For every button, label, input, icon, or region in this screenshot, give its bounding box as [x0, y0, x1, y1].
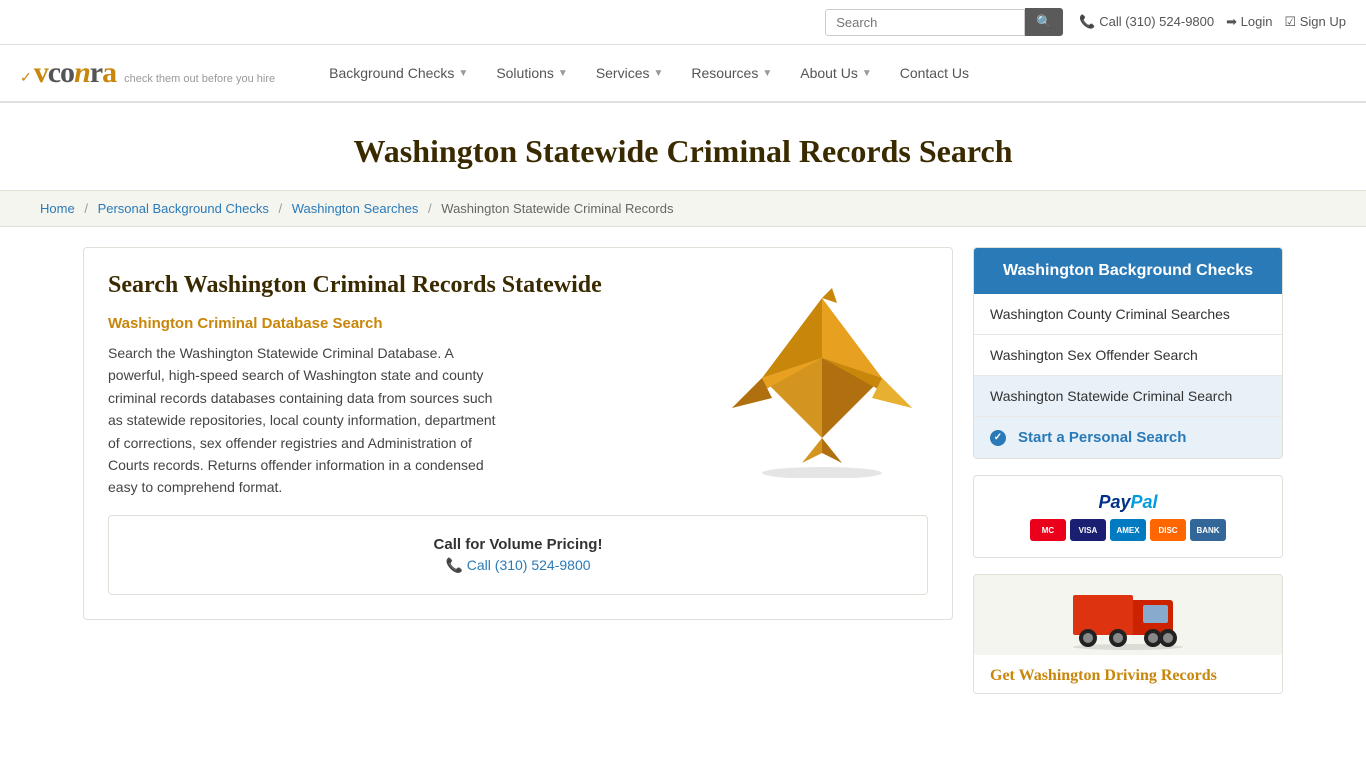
sidebar-item-county[interactable]: Washington County Criminal Searches [974, 294, 1282, 335]
nav-solutions[interactable]: Solutions ▼ [482, 45, 582, 101]
chevron-down-icon: ▼ [762, 68, 772, 79]
visa-icon: VISA [1070, 519, 1106, 541]
logo[interactable]: ✓ vconra check them out before you hire [20, 56, 275, 90]
chevron-down-icon: ▼ [558, 68, 568, 79]
breadcrumb: Home / Personal Background Checks / Wash… [0, 190, 1366, 227]
check-icon: ✓ [990, 430, 1006, 446]
phone-link[interactable]: 📞 Call (310) 524-9800 [1079, 14, 1214, 30]
sidebar-item-statewide[interactable]: Washington Statewide Criminal Search [974, 376, 1282, 417]
main-content: Search Washington Criminal Records State… [43, 227, 1323, 714]
main-nav: Background Checks ▼ Solutions ▼ Services… [315, 45, 1346, 101]
signup-link[interactable]: ☑ Sign Up [1284, 14, 1346, 30]
nav-contact[interactable]: Contact Us [886, 45, 983, 101]
left-column: Search Washington Criminal Records State… [83, 247, 953, 694]
content-text: Search the Washington Statewide Criminal… [108, 342, 508, 499]
nav-resources[interactable]: Resources ▼ [677, 45, 786, 101]
chevron-down-icon: ▼ [654, 68, 664, 79]
nav-about[interactable]: About Us ▼ [786, 45, 886, 101]
nav-services[interactable]: Services ▼ [582, 45, 678, 101]
call-title: Call for Volume Pricing! [129, 536, 907, 553]
breadcrumb-sep: / [84, 201, 88, 216]
breadcrumb-current: Washington Statewide Criminal Records [441, 201, 673, 216]
logo-area: ✓ vconra check them out before you hire [20, 46, 275, 100]
driving-records-box[interactable]: Get Washington Driving Records [973, 574, 1283, 694]
chevron-down-icon: ▼ [458, 68, 468, 79]
top-links: 📞 Call (310) 524-9800 ➡ Login ☑ Sign Up [1079, 14, 1346, 30]
breadcrumb-sep: / [278, 201, 282, 216]
driving-records-title: Get Washington Driving Records [974, 655, 1282, 693]
search-button[interactable]: 🔍 [1025, 8, 1063, 36]
sidebar-item-sex-offender[interactable]: Washington Sex Offender Search [974, 335, 1282, 376]
paypal-logo: PayPal [990, 492, 1266, 513]
origami-bird-image [712, 278, 912, 458]
content-box: Search Washington Criminal Records State… [83, 247, 953, 620]
search-input[interactable] [825, 9, 1025, 36]
login-link[interactable]: ➡ Login [1226, 14, 1272, 30]
page-title: Washington Statewide Criminal Records Se… [20, 133, 1346, 170]
call-box: Call for Volume Pricing! 📞 Call (310) 52… [108, 515, 928, 595]
right-column: Washington Background Checks Washington … [973, 247, 1283, 694]
phone-icon: 📞 [1079, 14, 1095, 29]
driving-records-image [974, 575, 1282, 655]
top-bar: 🔍 📞 Call (310) 524-9800 ➡ Login ☑ Sign U… [0, 0, 1366, 45]
call-number[interactable]: 📞 Call (310) 524-9800 [129, 557, 907, 574]
page-title-area: Washington Statewide Criminal Records Se… [0, 103, 1366, 190]
paypal-box: PayPal MC VISA AMEX DISC BANK [973, 475, 1283, 558]
search-form: 🔍 [825, 8, 1063, 36]
sidebar-section: Washington Background Checks Washington … [973, 247, 1283, 459]
chevron-down-icon: ▼ [862, 68, 872, 79]
logo-text: vconra [34, 56, 116, 90]
amex-icon: AMEX [1110, 519, 1146, 541]
sidebar-header: Washington Background Checks [974, 248, 1282, 294]
breadcrumb-sep: / [428, 201, 432, 216]
logo-tagline: check them out before you hire [124, 73, 275, 85]
breadcrumb-washington-searches[interactable]: Washington Searches [292, 201, 419, 216]
breadcrumb-personal[interactable]: Personal Background Checks [98, 201, 269, 216]
logo-checkmark: ✓ [20, 69, 32, 86]
nav-background-checks[interactable]: Background Checks ▼ [315, 45, 482, 101]
bank-icon: BANK [1190, 519, 1226, 541]
phone-icon: 📞 [445, 557, 462, 573]
start-search-button[interactable]: ✓ Start a Personal Search [974, 417, 1282, 458]
nav-bar: ✓ vconra check them out before you hire … [0, 45, 1366, 103]
mastercard-icon: MC [1030, 519, 1066, 541]
payment-icons: MC VISA AMEX DISC BANK [990, 519, 1266, 541]
signup-icon: ☑ [1284, 14, 1296, 29]
login-icon: ➡ [1226, 14, 1237, 29]
breadcrumb-home[interactable]: Home [40, 201, 75, 216]
discover-icon: DISC [1150, 519, 1186, 541]
